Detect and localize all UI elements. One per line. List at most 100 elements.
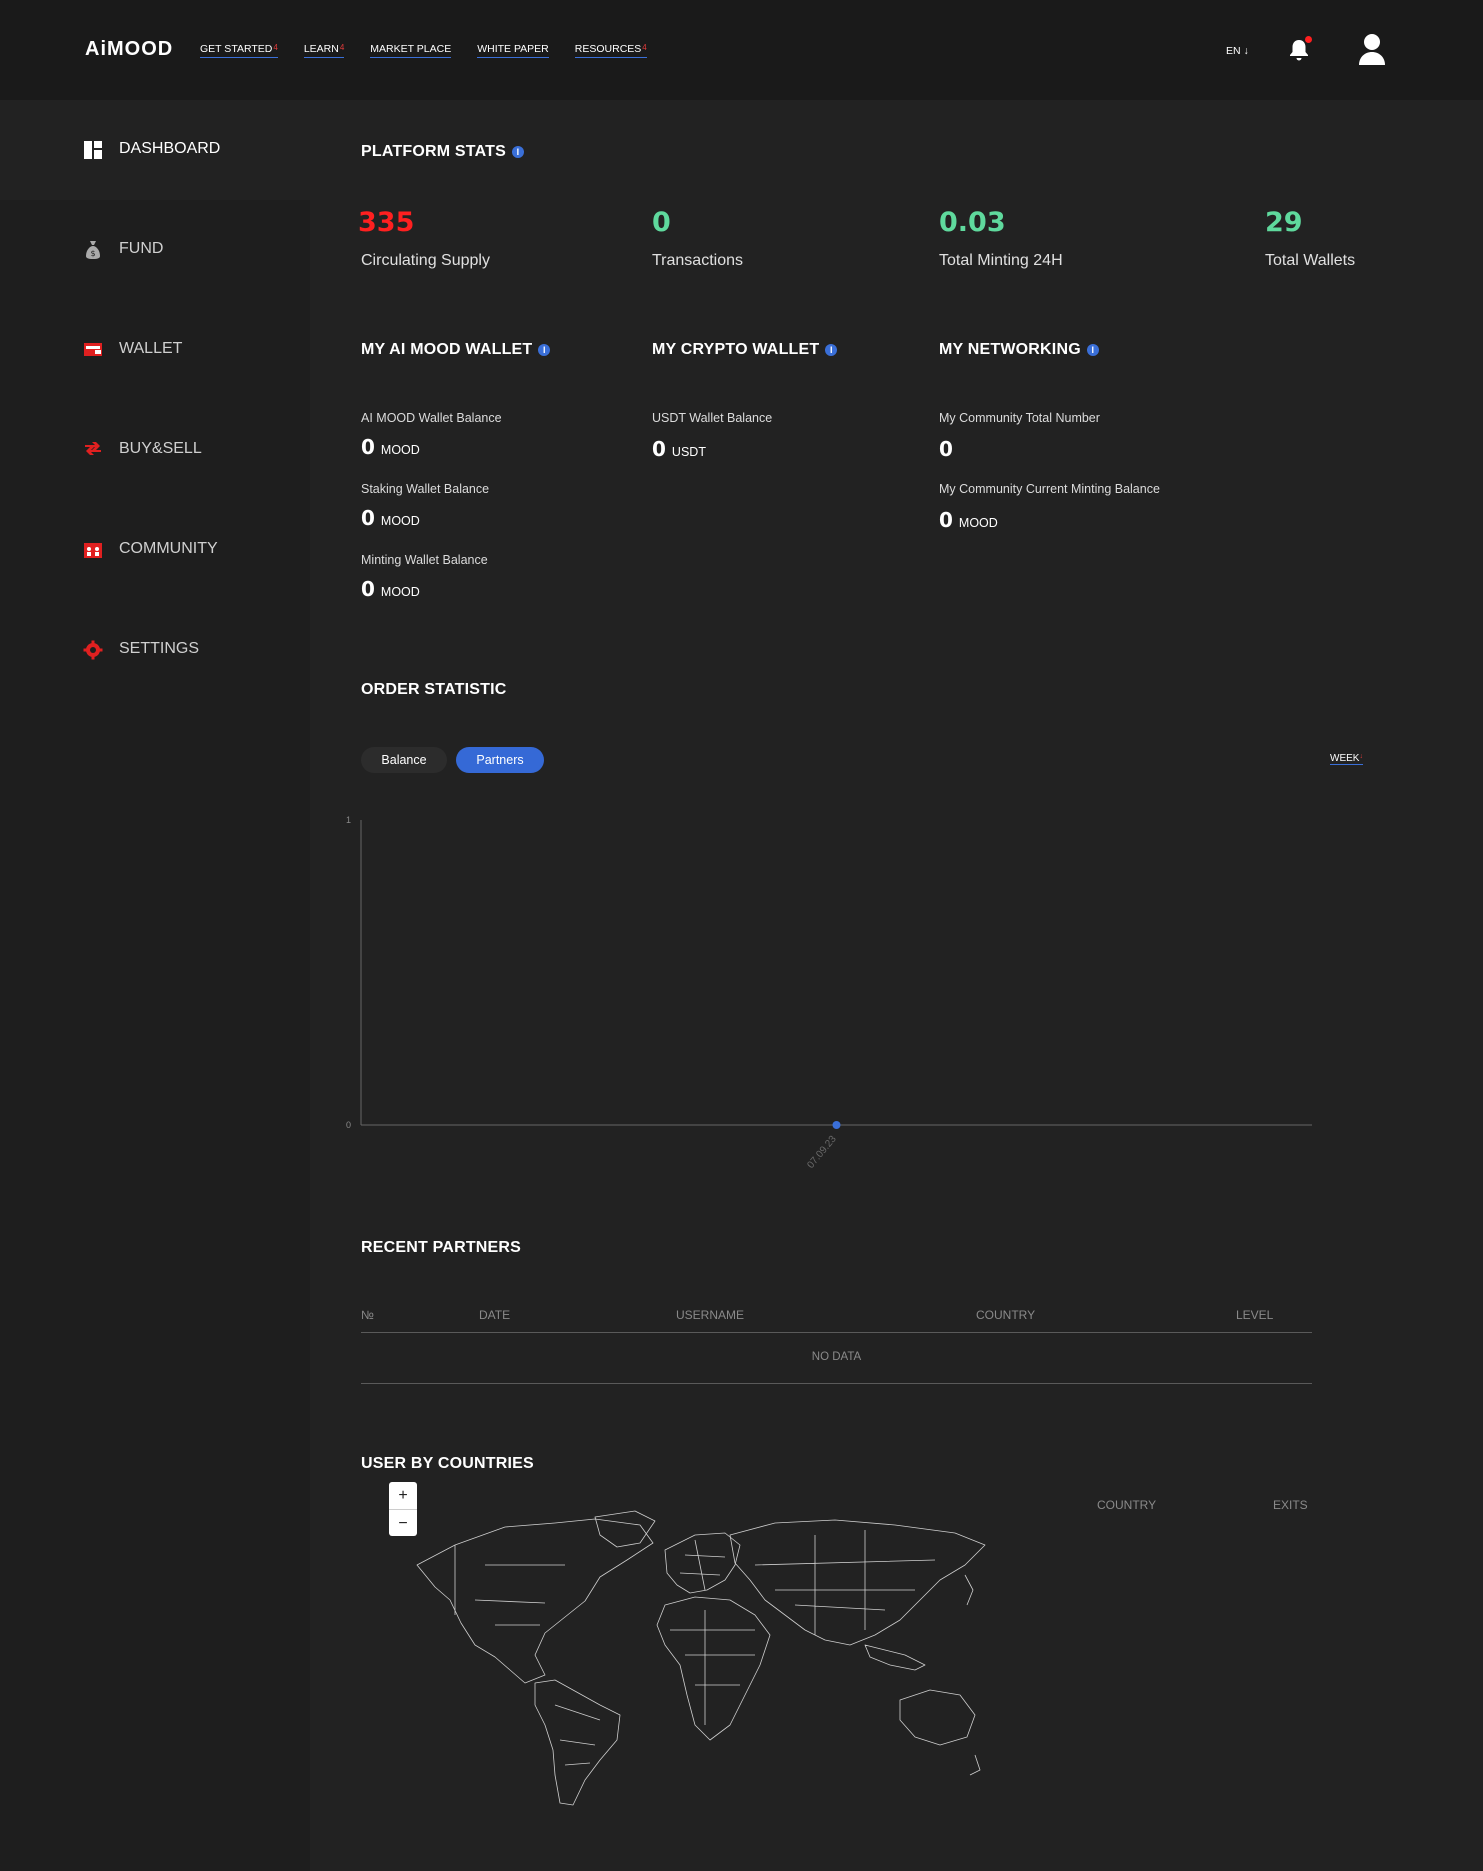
top-bar: AiMOOD GET STARTED4 LEARN4 MARKET PLACE … [0, 0, 1483, 100]
dropdown-mark: 4 [642, 43, 647, 52]
minting-balance-value: 0 MOOD [361, 577, 420, 601]
community-minting-value: 0 MOOD [939, 508, 998, 532]
sidebar-item-label: WALLET [119, 340, 183, 357]
map-col-exits: EXITS [1273, 1498, 1308, 1512]
transactions-label: Transactions [652, 252, 743, 269]
sidebar-item-label: BUY&SELL [119, 440, 202, 457]
col-country: COUNTRY [976, 1308, 1036, 1322]
section-title-text: MY AI MOOD WALLET [361, 341, 533, 358]
community-total-value: 0 [939, 437, 953, 461]
partners-table-body: NO DATA [361, 1333, 1312, 1384]
wallet-icon [83, 340, 103, 358]
value-number: 0 [652, 437, 666, 461]
sidebar-item-label: DASHBOARD [119, 140, 221, 157]
dashboard-icon [83, 140, 103, 159]
nav-resources[interactable]: RESOURCES4 [574, 43, 647, 58]
main-nav: GET STARTED4 LEARN4 MARKET PLACE WHITE P… [200, 43, 647, 58]
sidebar-item-dashboard[interactable]: DASHBOARD [83, 140, 221, 159]
map-col-country: COUNTRY [1097, 1498, 1157, 1512]
community-minting-label: My Community Current Minting Balance [939, 482, 1160, 496]
period-selector[interactable]: WEEK↓ [1330, 753, 1363, 765]
user-avatar-icon[interactable] [1357, 33, 1387, 67]
map-se-asia [864, 1644, 926, 1671]
tab-partners[interactable]: Partners [456, 747, 544, 773]
value-unit: MOOD [380, 443, 420, 457]
order-statistic-chart: 0 1 07.09.23 [346, 815, 1312, 1171]
x-tick-label: 07.09.23 [805, 1134, 839, 1171]
no-data-text: NO DATA [811, 1351, 862, 1363]
sidebar-item-label: SETTINGS [119, 640, 200, 657]
networking-title: MY NETWORKING i [939, 341, 1099, 359]
circulating-supply-value: 335 [358, 207, 415, 238]
total-minting-value: 0.03 [939, 207, 1006, 238]
col-username: USERNAME [676, 1308, 745, 1322]
data-point [832, 1121, 841, 1129]
value-number: 0 [361, 506, 375, 530]
recent-partners-title: RECENT PARTNERS [361, 1239, 522, 1256]
info-icon[interactable]: i [1086, 344, 1099, 356]
map-africa [656, 1596, 771, 1741]
map-australia [899, 1689, 976, 1746]
circulating-supply-label: Circulating Supply [361, 252, 490, 269]
section-title-text: MY CRYPTO WALLET [652, 341, 820, 358]
value-number: 0 [361, 577, 375, 601]
total-wallets-value: 29 [1265, 207, 1303, 238]
staking-balance-value: 0 MOOD [361, 506, 420, 530]
order-statistic-title: ORDER STATISTIC [361, 681, 507, 698]
sidebar: DASHBOARD $ FUND WALLET BUY&SELL COMMUNI… [0, 100, 310, 1871]
money-bag-icon: $ [83, 240, 103, 259]
nav-white-paper[interactable]: WHITE PAPER [477, 43, 549, 58]
world-map[interactable] [395, 1505, 995, 1815]
col-number: № [361, 1308, 374, 1322]
value-number: 0 [939, 437, 953, 461]
sidebar-item-label: COMMUNITY [119, 540, 218, 557]
ai-mood-balance-value: 0 MOOD [361, 435, 420, 459]
map-europe [664, 1532, 741, 1594]
nav-market-place[interactable]: MARKET PLACE [370, 43, 452, 58]
sidebar-item-settings[interactable]: SETTINGS [83, 640, 200, 660]
dropdown-mark: 4 [273, 43, 278, 52]
map-greenland [594, 1510, 656, 1548]
info-icon[interactable]: i [538, 344, 551, 356]
section-title-text: MY NETWORKING [939, 341, 1081, 358]
crypto-wallet-title: MY CRYPTO WALLET i [652, 341, 838, 359]
sidebar-item-buy-sell[interactable]: BUY&SELL [83, 440, 202, 458]
sidebar-item-fund[interactable]: $ FUND [83, 240, 164, 259]
section-title-text: PLATFORM STATS [361, 143, 507, 160]
sidebar-item-community[interactable]: COMMUNITY [83, 540, 218, 558]
exchange-icon [83, 440, 103, 458]
dropdown-mark: 4 [339, 43, 345, 52]
community-icon [83, 540, 103, 558]
y-tick-label: 1 [346, 815, 351, 825]
usdt-balance-label: USDT Wallet Balance [652, 411, 773, 425]
nav-get-started[interactable]: GET STARTED4 [200, 43, 278, 58]
logo[interactable]: AiMOOD [85, 38, 173, 61]
usdt-balance-value: 0 USDT [652, 437, 706, 461]
minting-balance-label: Minting Wallet Balance [361, 553, 488, 567]
col-date: DATE [479, 1308, 511, 1322]
gear-icon [83, 640, 103, 660]
tab-balance[interactable]: Balance [361, 747, 447, 773]
period-label: WEEK [1330, 753, 1360, 764]
nav-learn[interactable]: LEARN4 [303, 43, 345, 58]
info-icon[interactable]: i [512, 146, 525, 158]
sidebar-item-label: FUND [119, 240, 164, 257]
sidebar-item-wallet[interactable]: WALLET [83, 340, 182, 358]
language-selector[interactable]: EN ↓ [1226, 45, 1249, 57]
info-icon[interactable]: i [825, 344, 838, 356]
y-tick-label: 0 [346, 1120, 351, 1130]
dropdown-mark: ↓ [1359, 753, 1363, 760]
value-unit: MOOD [380, 585, 420, 599]
platform-stats-title: PLATFORM STATS i [361, 143, 525, 161]
value-number: 0 [939, 508, 953, 532]
partners-table-header: № DATE USERNAME COUNTRY LEVEL [361, 1300, 1312, 1333]
value-number: 0 [361, 435, 375, 459]
notification-dot [1305, 36, 1312, 43]
staking-balance-label: Staking Wallet Balance [361, 482, 490, 496]
value-unit: MOOD [380, 514, 420, 528]
ai-mood-balance-label: AI MOOD Wallet Balance [361, 411, 502, 425]
transactions-value: 0 [652, 207, 671, 238]
bell-icon[interactable] [1288, 36, 1312, 62]
col-level: LEVEL [1236, 1308, 1274, 1322]
value-unit: MOOD [958, 516, 998, 530]
